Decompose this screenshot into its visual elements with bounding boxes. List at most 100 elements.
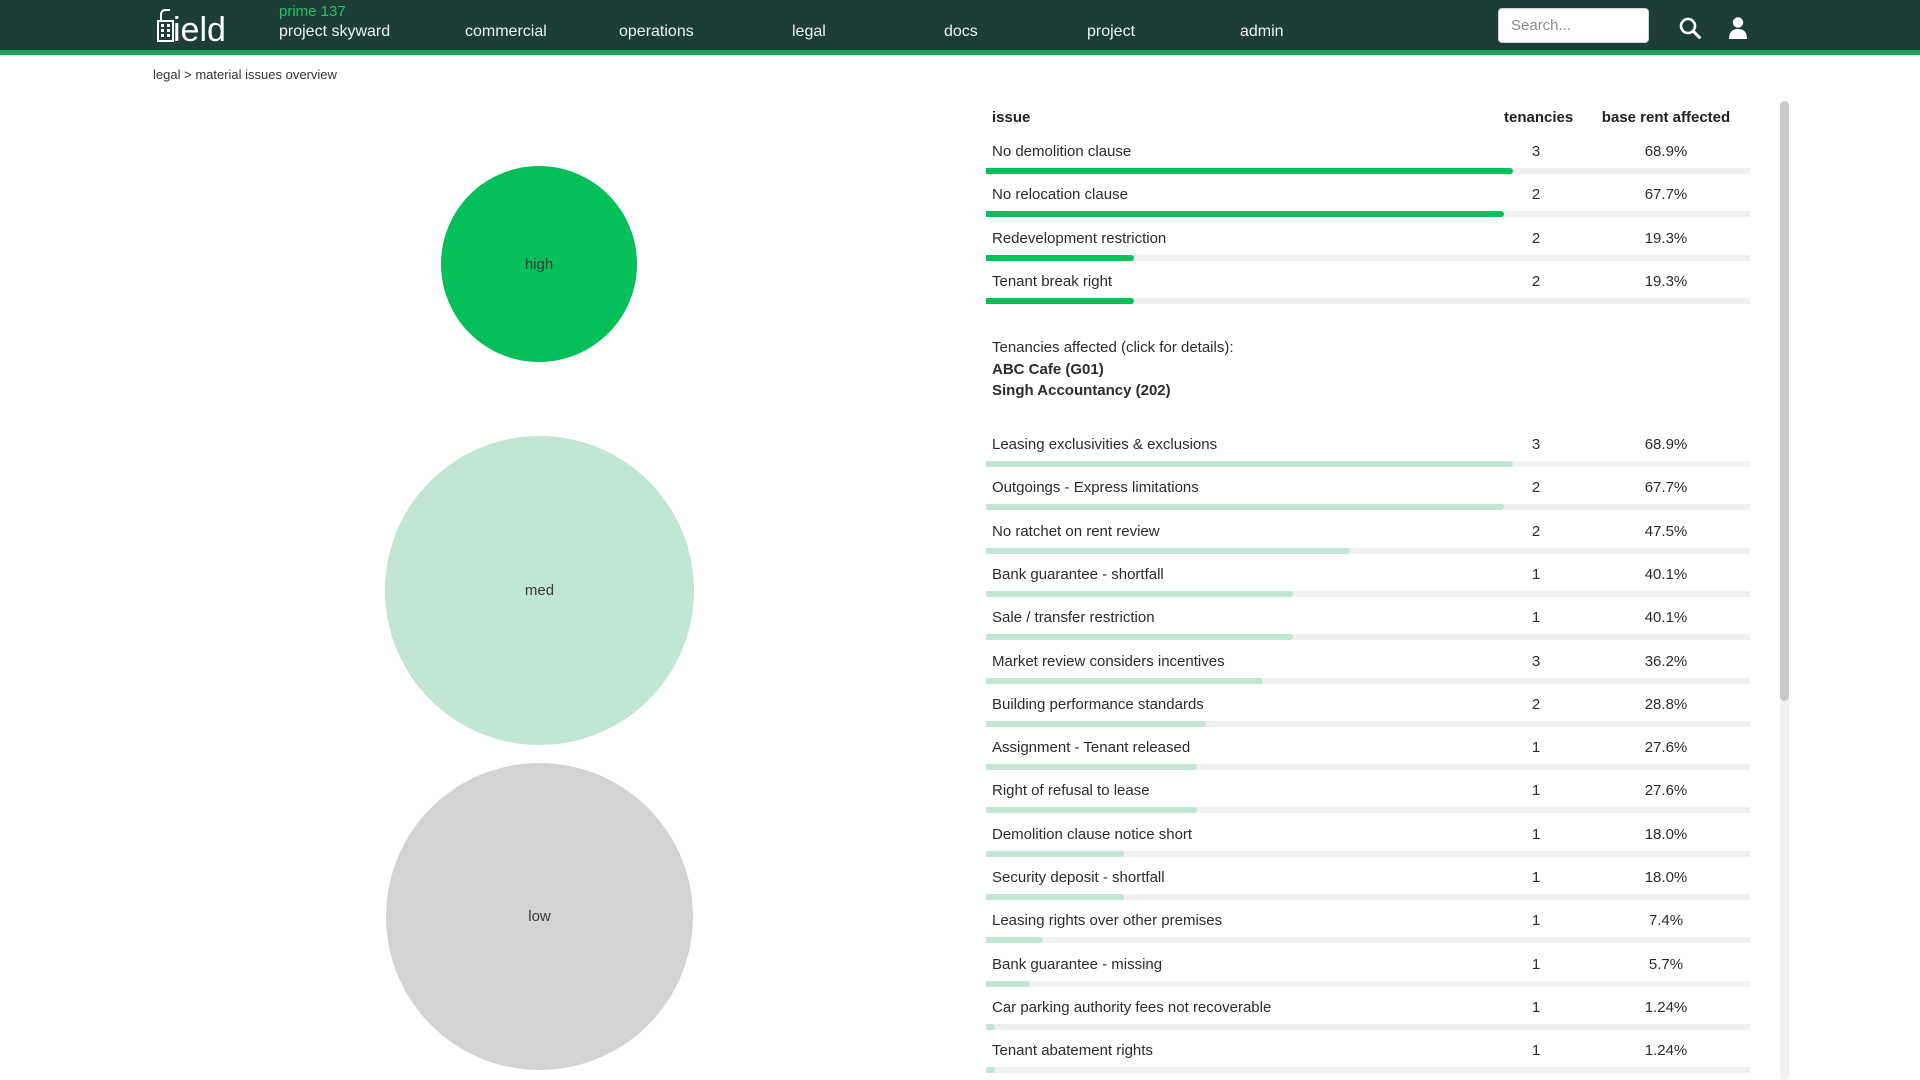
base-rent-percent: 40.1% bbox=[1644, 609, 1688, 627]
base-rent-percent: 7.4% bbox=[1648, 912, 1684, 930]
column-header-base-rent-affected: base rent affected bbox=[1601, 109, 1731, 126]
table-row[interactable]: Tenant abatement rights 1 1.24% bbox=[986, 1033, 1750, 1076]
user-icon[interactable] bbox=[1728, 16, 1748, 45]
rent-bar-track bbox=[986, 1067, 1750, 1074]
issue-name: Bank guarantee - shortfall bbox=[992, 565, 1164, 583]
tenancy-count: 1 bbox=[1531, 609, 1541, 627]
project-code: prime 137 bbox=[279, 3, 346, 20]
rent-bar-fill bbox=[986, 590, 1293, 597]
table-row[interactable]: Tenant break right 2 19.3% bbox=[986, 264, 1750, 307]
severity-bubble-low[interactable]: low bbox=[386, 763, 693, 1070]
table-row[interactable]: Redevelopment restriction 2 19.3% bbox=[986, 221, 1750, 264]
rent-bar-fill bbox=[986, 297, 1134, 304]
rent-bar-fill bbox=[986, 764, 1198, 771]
issue-name: Redevelopment restriction bbox=[992, 229, 1167, 247]
tenancies-affected: Tenancies affected (click for details): … bbox=[992, 337, 1234, 402]
column-header-tenancies: tenancies bbox=[1504, 109, 1574, 126]
base-rent-percent: 68.9% bbox=[1644, 143, 1688, 160]
rent-bar-track bbox=[986, 720, 1750, 727]
table-row[interactable]: Leasing rights over other premises 1 7.4% bbox=[986, 903, 1750, 946]
nav-project[interactable]: project bbox=[1087, 23, 1135, 41]
top-bar-accent-line bbox=[0, 50, 1920, 55]
issue-name: Leasing rights over other premises bbox=[992, 912, 1223, 930]
search-input[interactable] bbox=[1498, 8, 1649, 43]
table-row[interactable]: Outgoings - Express limitations 2 67.7% bbox=[986, 470, 1750, 513]
nav-operations[interactable]: operations bbox=[619, 23, 694, 41]
table-row[interactable]: Bank guarantee - shortfall 1 40.1% bbox=[986, 557, 1750, 600]
issue-name: Tenant abatement rights bbox=[992, 1042, 1153, 1060]
table-row[interactable]: Sale / transfer restriction 1 40.1% bbox=[986, 600, 1750, 643]
table-row[interactable]: Assignment - Tenant released 1 27.6% bbox=[986, 730, 1750, 773]
severity-bubble-high[interactable]: high bbox=[441, 166, 637, 362]
base-rent-percent: 18.0% bbox=[1644, 869, 1688, 886]
tenancy-count: 2 bbox=[1531, 272, 1541, 290]
table-row[interactable]: Car parking authority fees not recoverab… bbox=[986, 990, 1750, 1033]
rent-bar-fill bbox=[986, 720, 1207, 727]
rent-bar-fill bbox=[986, 850, 1124, 857]
rent-bar-track bbox=[986, 297, 1750, 304]
nav-docs[interactable]: docs bbox=[944, 23, 978, 41]
base-rent-percent: 1.24% bbox=[1644, 1042, 1688, 1060]
tenancy-count: 2 bbox=[1531, 229, 1541, 247]
issues-table: issue tenancies base rent affected No de… bbox=[986, 101, 1750, 1080]
rent-bar-fill bbox=[986, 634, 1293, 641]
rent-bar-fill bbox=[986, 980, 1030, 987]
tenancy-count: 2 bbox=[1531, 695, 1541, 713]
rent-bar-track bbox=[986, 1023, 1750, 1030]
base-rent-percent: 5.7% bbox=[1648, 955, 1684, 973]
table-row[interactable]: Building performance standards 2 28.8% bbox=[986, 687, 1750, 730]
table-row[interactable]: Demolition clause notice short 1 18.0% bbox=[986, 817, 1750, 860]
rent-bar-fill bbox=[986, 937, 1043, 944]
table-row[interactable]: Leasing exclusivities & exclusions 3 68.9% bbox=[986, 427, 1750, 470]
column-header-issue: issue bbox=[992, 109, 1031, 126]
base-rent-percent: 19.3% bbox=[1644, 229, 1688, 247]
base-rent-percent: 68.9% bbox=[1644, 436, 1688, 453]
tenancy-count: 2 bbox=[1531, 522, 1541, 540]
rent-bar-track bbox=[986, 850, 1750, 857]
table-row[interactable]: No relocation clause 2 67.7% bbox=[986, 177, 1750, 220]
rent-bar-fill bbox=[986, 1023, 996, 1030]
severity-label-high: high bbox=[524, 255, 554, 273]
nav-commercial[interactable]: commercial bbox=[465, 23, 547, 41]
search-icon[interactable] bbox=[1678, 16, 1702, 45]
table-row[interactable]: Market review considers incentives 3 36.2% bbox=[986, 644, 1750, 687]
table-row[interactable]: Security deposit - shortfall 1 18.0% bbox=[986, 860, 1750, 903]
rent-bar-track bbox=[986, 590, 1750, 597]
severity-bubble-med[interactable]: med bbox=[385, 436, 694, 745]
scrollbar-thumb[interactable] bbox=[1780, 101, 1789, 701]
tenancy-count: 1 bbox=[1531, 998, 1541, 1016]
table-row[interactable]: No demolition clause 3 68.9% bbox=[986, 134, 1750, 177]
base-rent-percent: 67.7% bbox=[1644, 479, 1688, 497]
table-row[interactable]: Right of refusal to lease 1 27.6% bbox=[986, 773, 1750, 816]
rent-bar-track bbox=[986, 764, 1750, 771]
table-row[interactable]: Bank guarantee - missing 1 5.7% bbox=[986, 947, 1750, 990]
nav-admin[interactable]: admin bbox=[1240, 23, 1284, 41]
rent-bar-track bbox=[986, 980, 1750, 987]
tenancy-count: 1 bbox=[1531, 782, 1541, 800]
field-logo-mark: ield bbox=[157, 9, 226, 46]
tenancy-link[interactable]: ABC Cafe (G01) bbox=[992, 359, 1234, 381]
breadcrumb-separator: > bbox=[184, 67, 192, 82]
field-logo[interactable]: ield bbox=[155, 4, 240, 46]
base-rent-percent: 1.24% bbox=[1644, 998, 1688, 1016]
nav-legal[interactable]: legal bbox=[792, 23, 826, 41]
breadcrumb-legal[interactable]: legal bbox=[153, 67, 180, 82]
base-rent-percent: 36.2% bbox=[1644, 652, 1688, 670]
issue-name: Security deposit - shortfall bbox=[992, 869, 1165, 886]
rent-bar-track bbox=[986, 807, 1750, 814]
tenancies-affected-label: Tenancies affected (click for details): bbox=[992, 339, 1234, 356]
tenancy-count: 3 bbox=[1531, 436, 1541, 453]
table-row[interactable]: No ratchet on rent review 2 47.5% bbox=[986, 514, 1750, 557]
breadcrumb: legal > material issues overview bbox=[153, 67, 337, 82]
tenancy-link[interactable]: Singh Accountancy (202) bbox=[992, 380, 1234, 402]
rent-bar-fill bbox=[986, 211, 1505, 218]
rent-bar-fill bbox=[986, 547, 1350, 554]
tenancy-count: 2 bbox=[1531, 479, 1541, 497]
issue-name: Bank guarantee - missing bbox=[992, 955, 1163, 973]
tenancy-count: 1 bbox=[1531, 825, 1541, 843]
base-rent-percent: 27.6% bbox=[1644, 782, 1688, 800]
rent-bar-track bbox=[986, 254, 1750, 261]
severity-label-low: low bbox=[528, 908, 551, 925]
rent-bar-track bbox=[986, 634, 1750, 641]
rent-bar-fill bbox=[986, 461, 1514, 467]
